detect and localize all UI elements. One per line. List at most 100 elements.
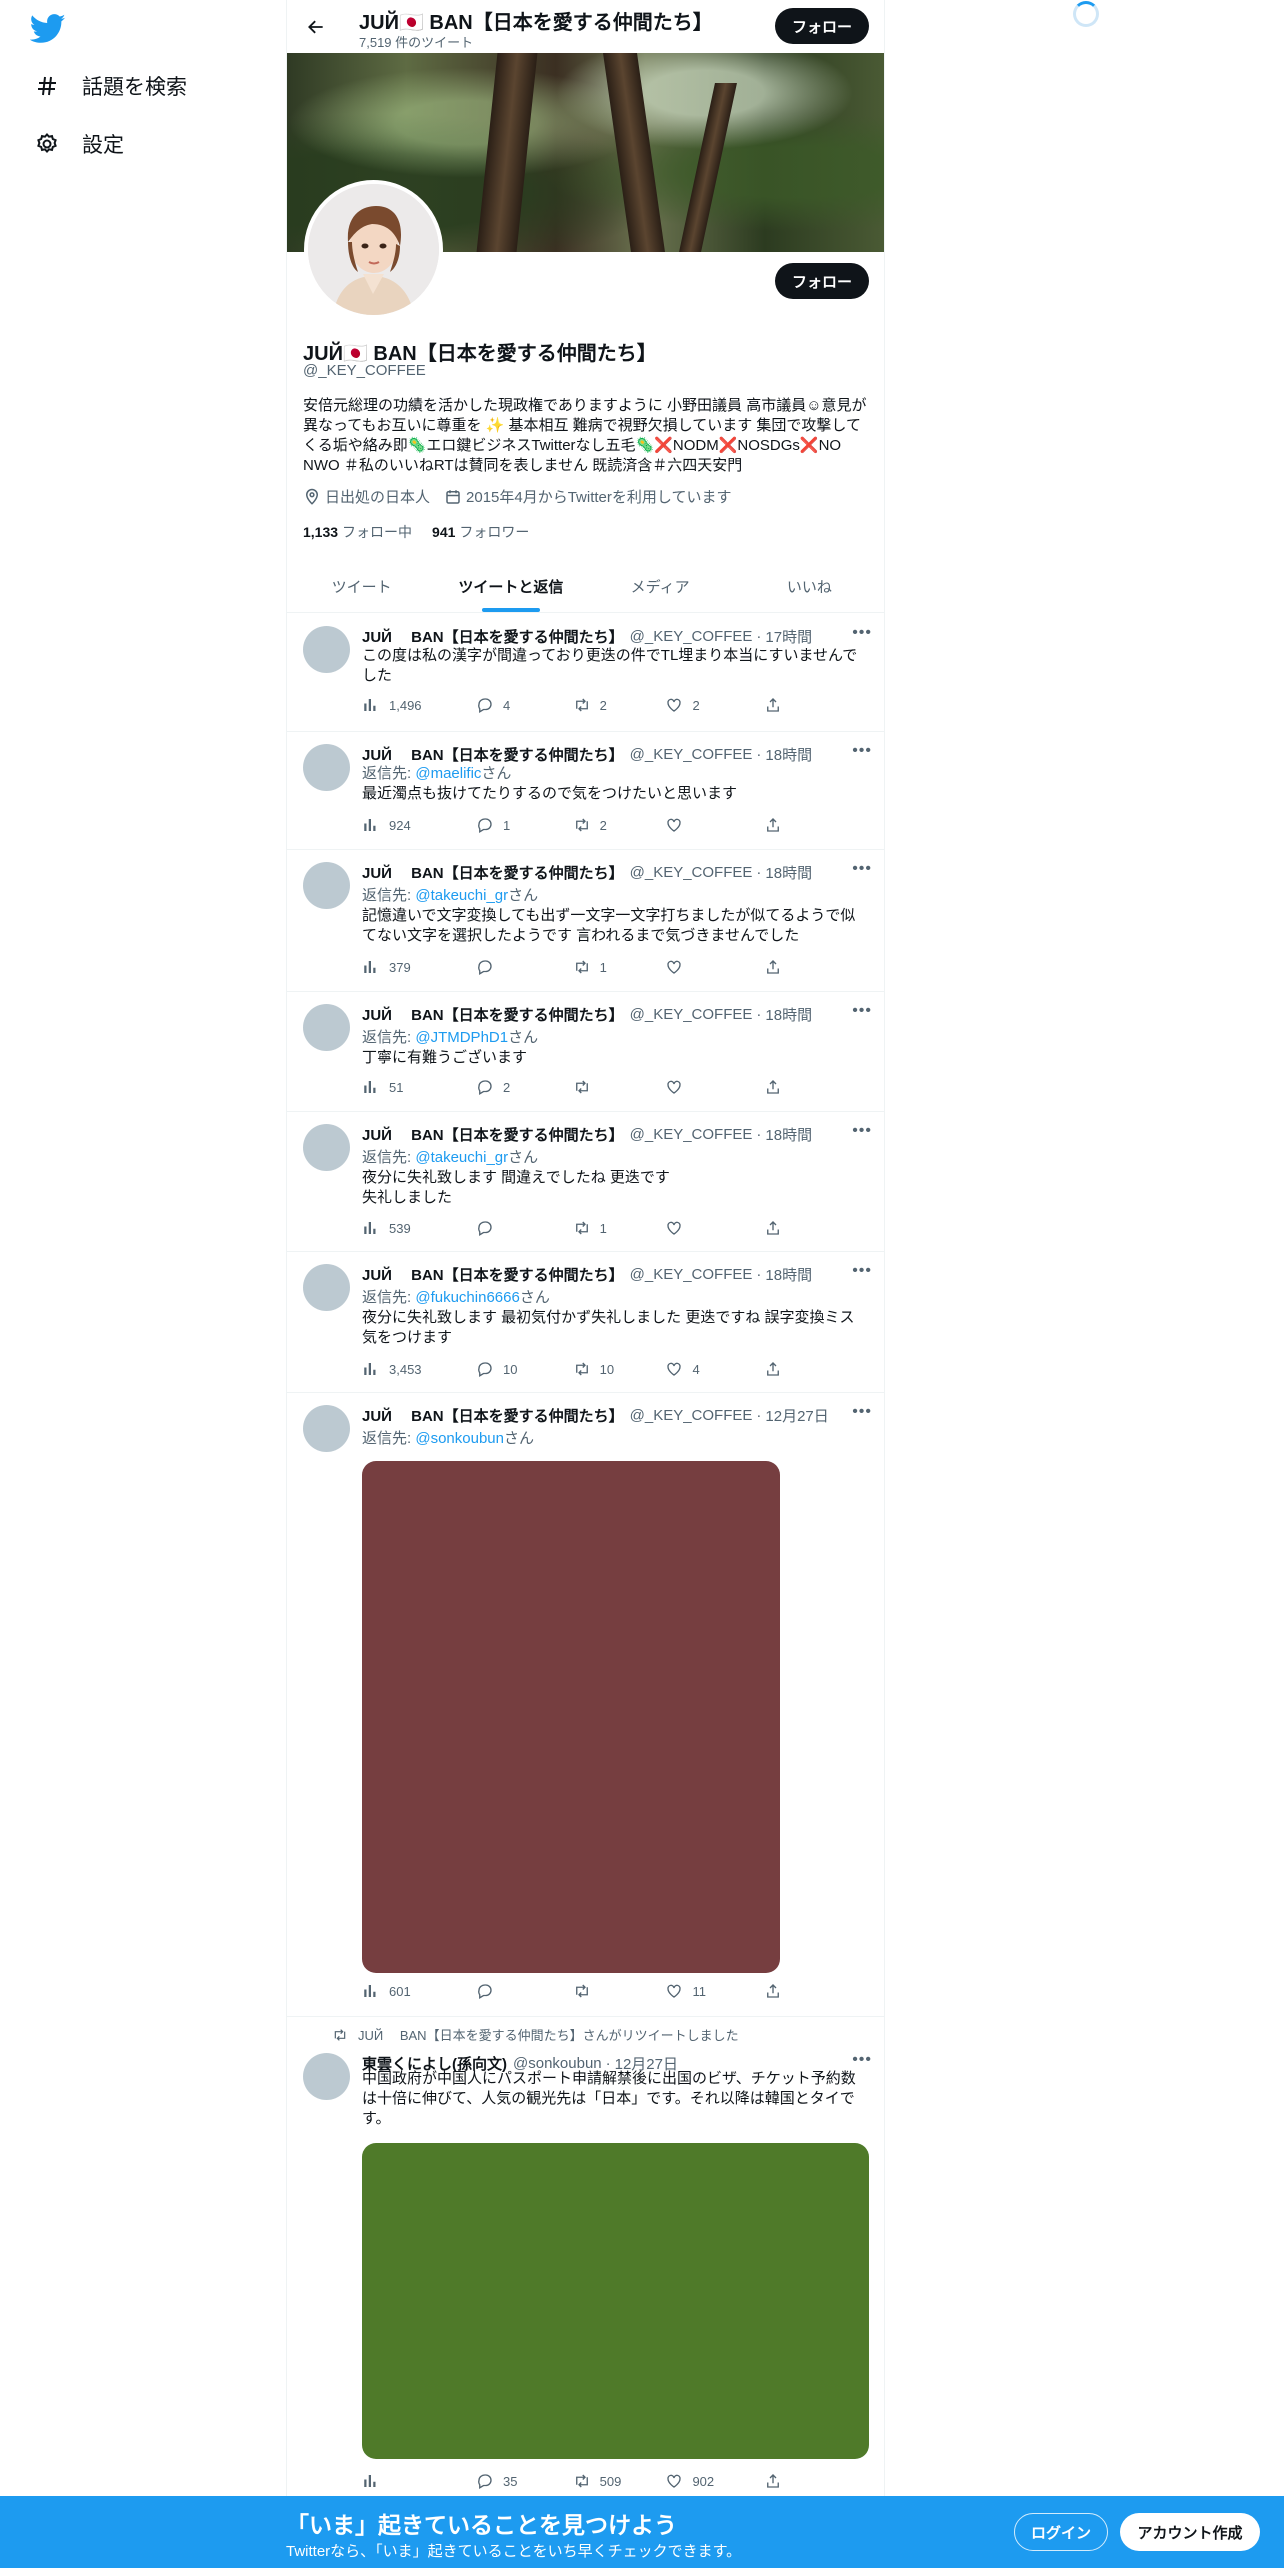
tweet-author-name[interactable]: JUЙ BAN【日本を愛する仲間たち】 [362,1264,624,1285]
reply-to-user-link[interactable]: @JTMDPhD1 [415,1029,508,1046]
views-button[interactable]: 924 [362,816,476,834]
profile-follow-button[interactable]: フォロー [775,263,869,299]
reply-to-user-link[interactable]: @takeuchi_gr [415,1149,508,1166]
reply-button[interactable] [476,1982,573,2000]
tweet-author-handle[interactable]: @_KEY_COFFEE [630,1407,753,1424]
retweet-button[interactable]: 10 [573,1360,666,1378]
tweet[interactable]: JUЙ BAN【日本を愛する仲間たち】 @_KEY_COFFEE · 18時間 ••• 返… [287,1252,884,1393]
avatar[interactable] [303,626,350,673]
like-button[interactable] [665,1078,764,1096]
more-options-icon[interactable]: ••• [852,1262,872,1280]
retweet-button[interactable]: 509 [573,2472,666,2490]
tweet[interactable]: JUЙ BAN【日本を愛する仲間たち】 @_KEY_COFFEE · 12月27日 ••… [287,1393,884,2017]
more-options-icon[interactable]: ••• [852,624,872,642]
tweet-author-handle[interactable]: @_KEY_COFFEE [630,1006,753,1023]
like-button[interactable]: 11 [665,1982,764,2000]
tweet-timestamp[interactable]: 18時間 [765,1264,812,1285]
reply-button[interactable]: 1 [476,816,573,834]
more-options-icon[interactable]: ••• [852,2051,872,2069]
retweet-button[interactable]: 2 [573,816,666,834]
tweet-author-name[interactable]: JUЙ BAN【日本を愛する仲間たち】 [362,1405,624,1426]
nav-settings[interactable]: 設定 [34,124,124,164]
retweet-button[interactable]: 1 [573,958,666,976]
reply-button[interactable] [476,958,573,976]
reply-button[interactable] [476,1219,573,1237]
tweet[interactable]: JUЙ BAN【日本を愛する仲間たち】 @_KEY_COFFEE · 18時間 ••• 返… [287,1112,884,1252]
like-button[interactable] [665,816,764,834]
followers-link[interactable]: 941 フォロワー [432,522,529,542]
more-options-icon[interactable]: ••• [852,1122,872,1140]
views-button[interactable]: 601 [362,1982,476,2000]
avatar[interactable] [303,1405,350,1452]
avatar[interactable] [303,862,350,909]
views-button[interactable]: 51 [362,1078,476,1096]
tweet-author-name[interactable]: JUЙ BAN【日本を愛する仲間たち】 [362,626,624,647]
reply-to-user-link[interactable]: @fukuchin6666 [415,1289,519,1306]
like-button[interactable]: 2 [665,696,764,714]
views-button[interactable] [362,2472,476,2490]
share-button[interactable] [764,1078,782,1096]
retweet-button[interactable]: 2 [573,696,666,714]
avatar[interactable] [303,2053,350,2100]
tweet-media-image[interactable] [362,2143,869,2459]
tweet[interactable]: JUЙ BAN【日本を愛する仲間たち】 @_KEY_COFFEE · 18時間 ••• 返… [287,850,884,992]
tweet-author-handle[interactable]: @_KEY_COFFEE [630,628,753,645]
tweet-timestamp[interactable]: 18時間 [765,1124,812,1145]
tab-tweets[interactable]: ツイート [287,560,436,612]
tweet-timestamp[interactable]: 17時間 [765,626,812,647]
like-button[interactable] [665,1219,764,1237]
retweet-button[interactable] [573,1982,666,2000]
nav-explore[interactable]: 話題を検索 [34,66,187,106]
reply-button[interactable]: 4 [476,696,573,714]
tab-media[interactable]: メディア [586,560,735,612]
share-button[interactable] [764,1360,782,1378]
more-options-icon[interactable]: ••• [852,1403,872,1421]
tweet[interactable]: JUЙ BAN【日本を愛する仲間たち】さんがリツイートしました 東雲くによし(孫向… [287,2017,884,2497]
avatar[interactable] [303,744,350,791]
retweet-button[interactable]: 1 [573,1219,666,1237]
tweet[interactable]: JUЙ BAN【日本を愛する仲間たち】 @_KEY_COFFEE · 17時間 ••• こ… [287,614,884,732]
like-button[interactable] [665,958,764,976]
views-button[interactable]: 539 [362,1219,476,1237]
avatar[interactable] [303,1264,350,1311]
avatar[interactable] [303,1124,350,1171]
reply-button[interactable]: 10 [476,1360,573,1378]
tweet-author-name[interactable]: JUЙ BAN【日本を愛する仲間たち】 [362,1124,624,1145]
avatar[interactable] [303,1004,350,1051]
tab-likes[interactable]: いいね [735,560,884,612]
tweet-timestamp[interactable]: 18時間 [765,1004,812,1025]
tweet-media-image[interactable] [362,1461,780,1973]
tweet-author-handle[interactable]: @_KEY_COFFEE [630,864,753,881]
twitter-logo-icon[interactable] [29,14,66,44]
tweet-timestamp[interactable]: 18時間 [765,862,812,883]
tweet[interactable]: JUЙ BAN【日本を愛する仲間たち】 @_KEY_COFFEE · 18時間 ••• 返… [287,732,884,850]
more-options-icon[interactable]: ••• [852,742,872,760]
reply-button[interactable]: 35 [476,2472,573,2490]
tweet-author-handle[interactable]: @_KEY_COFFEE [630,1266,753,1283]
tab-tweets-and-replies[interactable]: ツイートと返信 [436,560,585,612]
like-button[interactable]: 902 [665,2472,764,2490]
retweet-button[interactable] [573,1078,666,1096]
share-button[interactable] [764,1982,782,2000]
share-button[interactable] [764,2472,782,2490]
tweet-author-name[interactable]: JUЙ BAN【日本を愛する仲間たち】 [362,862,624,883]
tweet-timestamp[interactable]: 12月27日 [765,1405,828,1426]
tweet-timestamp[interactable]: 18時間 [765,744,812,765]
views-button[interactable]: 3,453 [362,1360,476,1378]
reply-to-user-link[interactable]: @maelific [415,765,481,782]
login-button[interactable]: ログイン [1014,2513,1108,2551]
share-button[interactable] [764,1219,782,1237]
reply-to-user-link[interactable]: @sonkoubun [415,1430,504,1447]
share-button[interactable] [764,958,782,976]
more-options-icon[interactable]: ••• [852,860,872,878]
tweet-author-handle[interactable]: @_KEY_COFFEE [630,1126,753,1143]
like-button[interactable]: 4 [665,1360,764,1378]
back-arrow-icon[interactable] [301,12,331,42]
tweet-author-handle[interactable]: @_KEY_COFFEE [630,746,753,763]
views-button[interactable]: 1,496 [362,696,476,714]
reply-button[interactable]: 2 [476,1078,573,1096]
profile-avatar[interactable] [304,180,443,319]
reply-to-user-link[interactable]: @takeuchi_gr [415,887,508,904]
following-link[interactable]: 1,133 フォロー中 [303,522,412,542]
views-button[interactable]: 379 [362,958,476,976]
